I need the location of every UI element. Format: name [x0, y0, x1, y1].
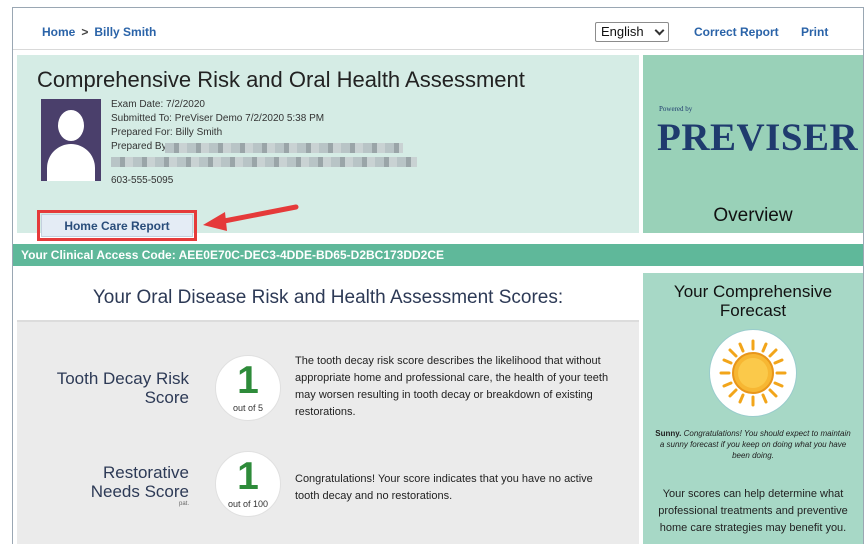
- score-name-line: Needs Score: [90, 482, 189, 501]
- scores-panel: Your Oral Disease Risk and Health Assess…: [17, 273, 639, 544]
- access-code: Your Clinical Access Code: AEE0E70C-DEC3…: [21, 248, 445, 262]
- score-circle: 1 out of 100: [215, 451, 281, 517]
- prepared-for: Prepared For: Billy Smith: [111, 127, 223, 138]
- forecast-panel: Your Comprehensive Forecast Sunny. Congr…: [643, 273, 863, 544]
- powered-by-text: Powered by: [659, 105, 693, 113]
- language-select[interactable]: English: [595, 22, 669, 42]
- access-code-bar: Your Clinical Access Code: AEE0E70C-DEC3…: [13, 244, 863, 266]
- forecast-summary: Your scores can help determine what prof…: [658, 488, 848, 534]
- breadcrumb-separator: >: [81, 25, 89, 39]
- breadcrumb: Home > Billy Smith: [42, 25, 156, 39]
- language-select-value: English: [601, 24, 644, 39]
- score-name-line: Tooth Decay Risk: [56, 369, 189, 388]
- print-link[interactable]: Print: [801, 25, 828, 39]
- report-header: Comprehensive Risk and Oral Health Asses…: [17, 55, 639, 241]
- prepared-by: Prepared By:: [111, 141, 170, 152]
- avatar-head-shape: [58, 110, 84, 141]
- redacted-preparer-name: [165, 143, 403, 153]
- score-description: Congratulations! Your score indicates th…: [295, 473, 593, 502]
- scores-title: Your Oral Disease Risk and Health Assess…: [92, 287, 564, 308]
- sunny-forecast-text: Sunny. Congratulations! You should expec…: [653, 428, 853, 461]
- brand-panel: Powered by PREVISER Overview: [643, 55, 863, 233]
- annotation-arrow-icon: [203, 204, 299, 231]
- breadcrumb-home-link[interactable]: Home: [42, 25, 75, 39]
- sun-icon: [719, 339, 787, 407]
- chevron-down-icon: [654, 25, 665, 36]
- forecast-title-line: Forecast: [719, 301, 787, 320]
- redacted-preparer-address: [111, 157, 417, 167]
- submitted-to: Submitted To: PreViser Demo 7/2/2020 5:3…: [111, 113, 325, 124]
- previser-logo: PREVISER: [657, 116, 859, 159]
- score-scale: out of 100: [227, 499, 269, 509]
- home-care-report-button[interactable]: Home Care Report: [41, 214, 193, 237]
- report-frame: Home > Billy Smith English Correct Report …: [12, 7, 864, 544]
- score-name-line: Score: [144, 388, 189, 407]
- phone-number: 603-555-5095: [111, 175, 174, 186]
- top-navigation: Home > Billy Smith English Correct Report …: [13, 8, 863, 50]
- sunny-label: Sunny.: [655, 429, 682, 438]
- forecast-title: Your Comprehensive Forecast: [643, 282, 863, 320]
- breadcrumb-current-link[interactable]: Billy Smith: [94, 25, 156, 39]
- forecast-icon-ring: [709, 329, 797, 417]
- avatar: [41, 99, 101, 181]
- exam-date: Exam Date: 7/2/2020: [111, 99, 205, 110]
- score-circle: 1 out of 5: [215, 355, 281, 421]
- score-name: Restorative Needs Score: [39, 463, 189, 501]
- sunny-message: Congratulations! You should expect to ma…: [659, 429, 851, 460]
- score-name: Tooth Decay Risk Score: [39, 369, 189, 407]
- avatar-body-shape: [47, 144, 95, 181]
- scores-header: Your Oral Disease Risk and Health Assess…: [17, 273, 639, 322]
- page-title: Comprehensive Risk and Oral Health Asses…: [37, 67, 525, 92]
- correct-report-link[interactable]: Correct Report: [694, 25, 779, 39]
- overview-label: Overview: [713, 205, 793, 226]
- score-value: 1: [237, 359, 259, 402]
- score-description: The tooth decay risk score describes the…: [295, 355, 609, 418]
- score-name-line: Restorative: [103, 463, 189, 482]
- forecast-title-line: Your Comprehensive: [673, 282, 833, 301]
- score-suffix: pat.: [179, 501, 190, 507]
- score-scale: out of 5: [232, 403, 264, 413]
- score-value: 1: [237, 455, 259, 498]
